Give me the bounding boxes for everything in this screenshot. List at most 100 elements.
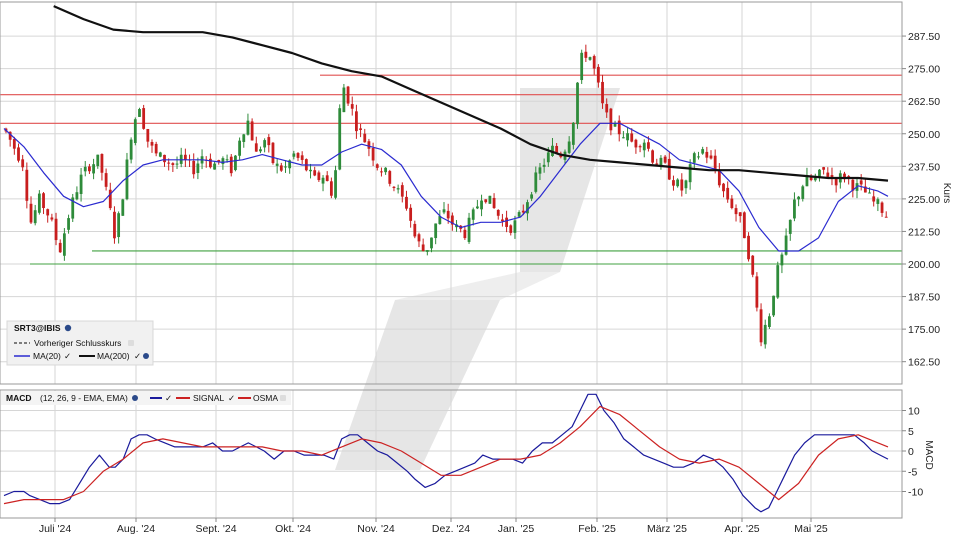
candle-body	[238, 140, 242, 156]
candle-body	[513, 220, 517, 233]
candle-body	[46, 209, 50, 216]
candle-body	[801, 186, 805, 199]
macd-tick-label: -5	[908, 466, 917, 478]
x-tick-label: Okt. '24	[275, 523, 311, 535]
price-tick-label: 187.50	[908, 292, 940, 304]
candle-body	[138, 109, 141, 117]
candle-body	[405, 196, 408, 209]
candle-body	[655, 163, 659, 165]
candle-body	[163, 154, 166, 163]
candle-body	[133, 119, 137, 143]
legend-ma200-check-icon[interactable]: ✓	[134, 351, 141, 361]
candle-body	[313, 170, 317, 176]
candle-body	[834, 178, 838, 186]
macd-legend: MACD (12, 26, 9 - EMA, EMA) ✓ SIGNAL ✓ O…	[1, 391, 291, 405]
candle-body	[100, 154, 104, 173]
candle-body	[818, 169, 821, 177]
candle-body	[742, 212, 746, 239]
signal-check-icon[interactable]: ✓	[228, 393, 235, 403]
candle-body	[768, 316, 771, 327]
candle-body	[192, 160, 196, 175]
candle-body	[509, 225, 513, 233]
candle-body	[96, 154, 100, 167]
macd-legend-title: MACD	[6, 393, 32, 403]
candle-body	[793, 199, 796, 219]
candle-body	[780, 254, 784, 266]
legend-ma20-check-icon[interactable]: ✓	[64, 351, 71, 361]
candle-body	[638, 146, 642, 148]
candle-body	[642, 142, 646, 151]
candle-body	[167, 162, 171, 164]
candle-body	[17, 147, 20, 161]
candle-body	[67, 218, 70, 230]
macd-y-axis: -10 -5 0 5 10	[902, 406, 923, 499]
candle-body	[663, 156, 667, 163]
candle-body	[505, 217, 508, 227]
legend-ma200-settings-icon[interactable]	[143, 353, 149, 359]
macd-check-icon[interactable]: ✓	[165, 393, 172, 403]
legend-ma20: MA(20)	[33, 351, 61, 361]
candle-body	[747, 235, 750, 260]
price-y-label: Kurs	[941, 183, 952, 204]
candle-body	[488, 195, 492, 204]
macd-settings-icon[interactable]	[132, 395, 138, 401]
candle-body	[697, 156, 700, 158]
signal-line	[3, 405, 889, 505]
macd-tick-label: 0	[908, 446, 914, 458]
candle-body	[797, 196, 801, 200]
candle-body	[722, 183, 725, 192]
candle-body	[309, 169, 312, 172]
candle-body	[375, 164, 379, 168]
candle-body	[776, 265, 780, 298]
candle-body	[501, 219, 504, 222]
legend-symbol-info-icon[interactable]	[64, 324, 72, 332]
candle-body	[651, 150, 654, 163]
x-tick-label: März '25	[647, 523, 687, 535]
candle-body	[267, 137, 271, 146]
osma-toggle-icon[interactable]	[280, 395, 286, 401]
price-tick-label: 237.50	[908, 161, 940, 173]
legend-prev-close-toggle-icon[interactable]	[128, 340, 134, 346]
candle-body	[380, 171, 383, 173]
candle-body	[259, 149, 262, 152]
x-tick-label: Nov. '24	[357, 523, 395, 535]
candle-body	[580, 52, 584, 81]
candle-body	[684, 180, 688, 189]
candle-body	[571, 122, 575, 145]
candle-body	[342, 87, 346, 113]
candle-body	[617, 120, 621, 135]
candle-body	[763, 324, 767, 345]
price-tick-label: 250.00	[908, 129, 940, 141]
candle-body	[430, 237, 433, 249]
macd-tick-label: 10	[908, 406, 920, 418]
x-tick-label: Juli '24	[39, 523, 72, 535]
candle-body	[154, 143, 158, 154]
candle-body	[54, 218, 58, 241]
candle-body	[400, 185, 404, 197]
candle-body	[605, 104, 609, 113]
macd-legend-osma: OSMA	[253, 393, 278, 403]
candle-body	[384, 167, 388, 173]
candle-body	[334, 170, 337, 198]
candle-body	[75, 192, 79, 200]
candle-body	[338, 108, 342, 170]
candle-body	[88, 166, 91, 172]
candle-body	[876, 199, 880, 204]
candle-body	[171, 163, 175, 165]
candle-body	[517, 212, 521, 217]
candle-body	[229, 156, 233, 174]
candle-body	[183, 154, 187, 160]
macd-legend-signal: SIGNAL	[193, 393, 224, 403]
candle-body	[355, 111, 358, 132]
candle-body	[37, 193, 41, 213]
candle-body	[647, 142, 650, 149]
candle-body	[221, 158, 225, 165]
candle-body	[12, 139, 16, 149]
candle-body	[884, 216, 888, 218]
price-tick-label: 287.50	[908, 31, 940, 43]
chart-stage: 162.50 175.00 187.50 200.00 212.50 225.00 237.…	[0, 0, 960, 540]
candle-body	[158, 152, 162, 157]
candle-body	[421, 244, 425, 252]
candle-body	[196, 163, 200, 173]
candle-body	[538, 167, 542, 174]
